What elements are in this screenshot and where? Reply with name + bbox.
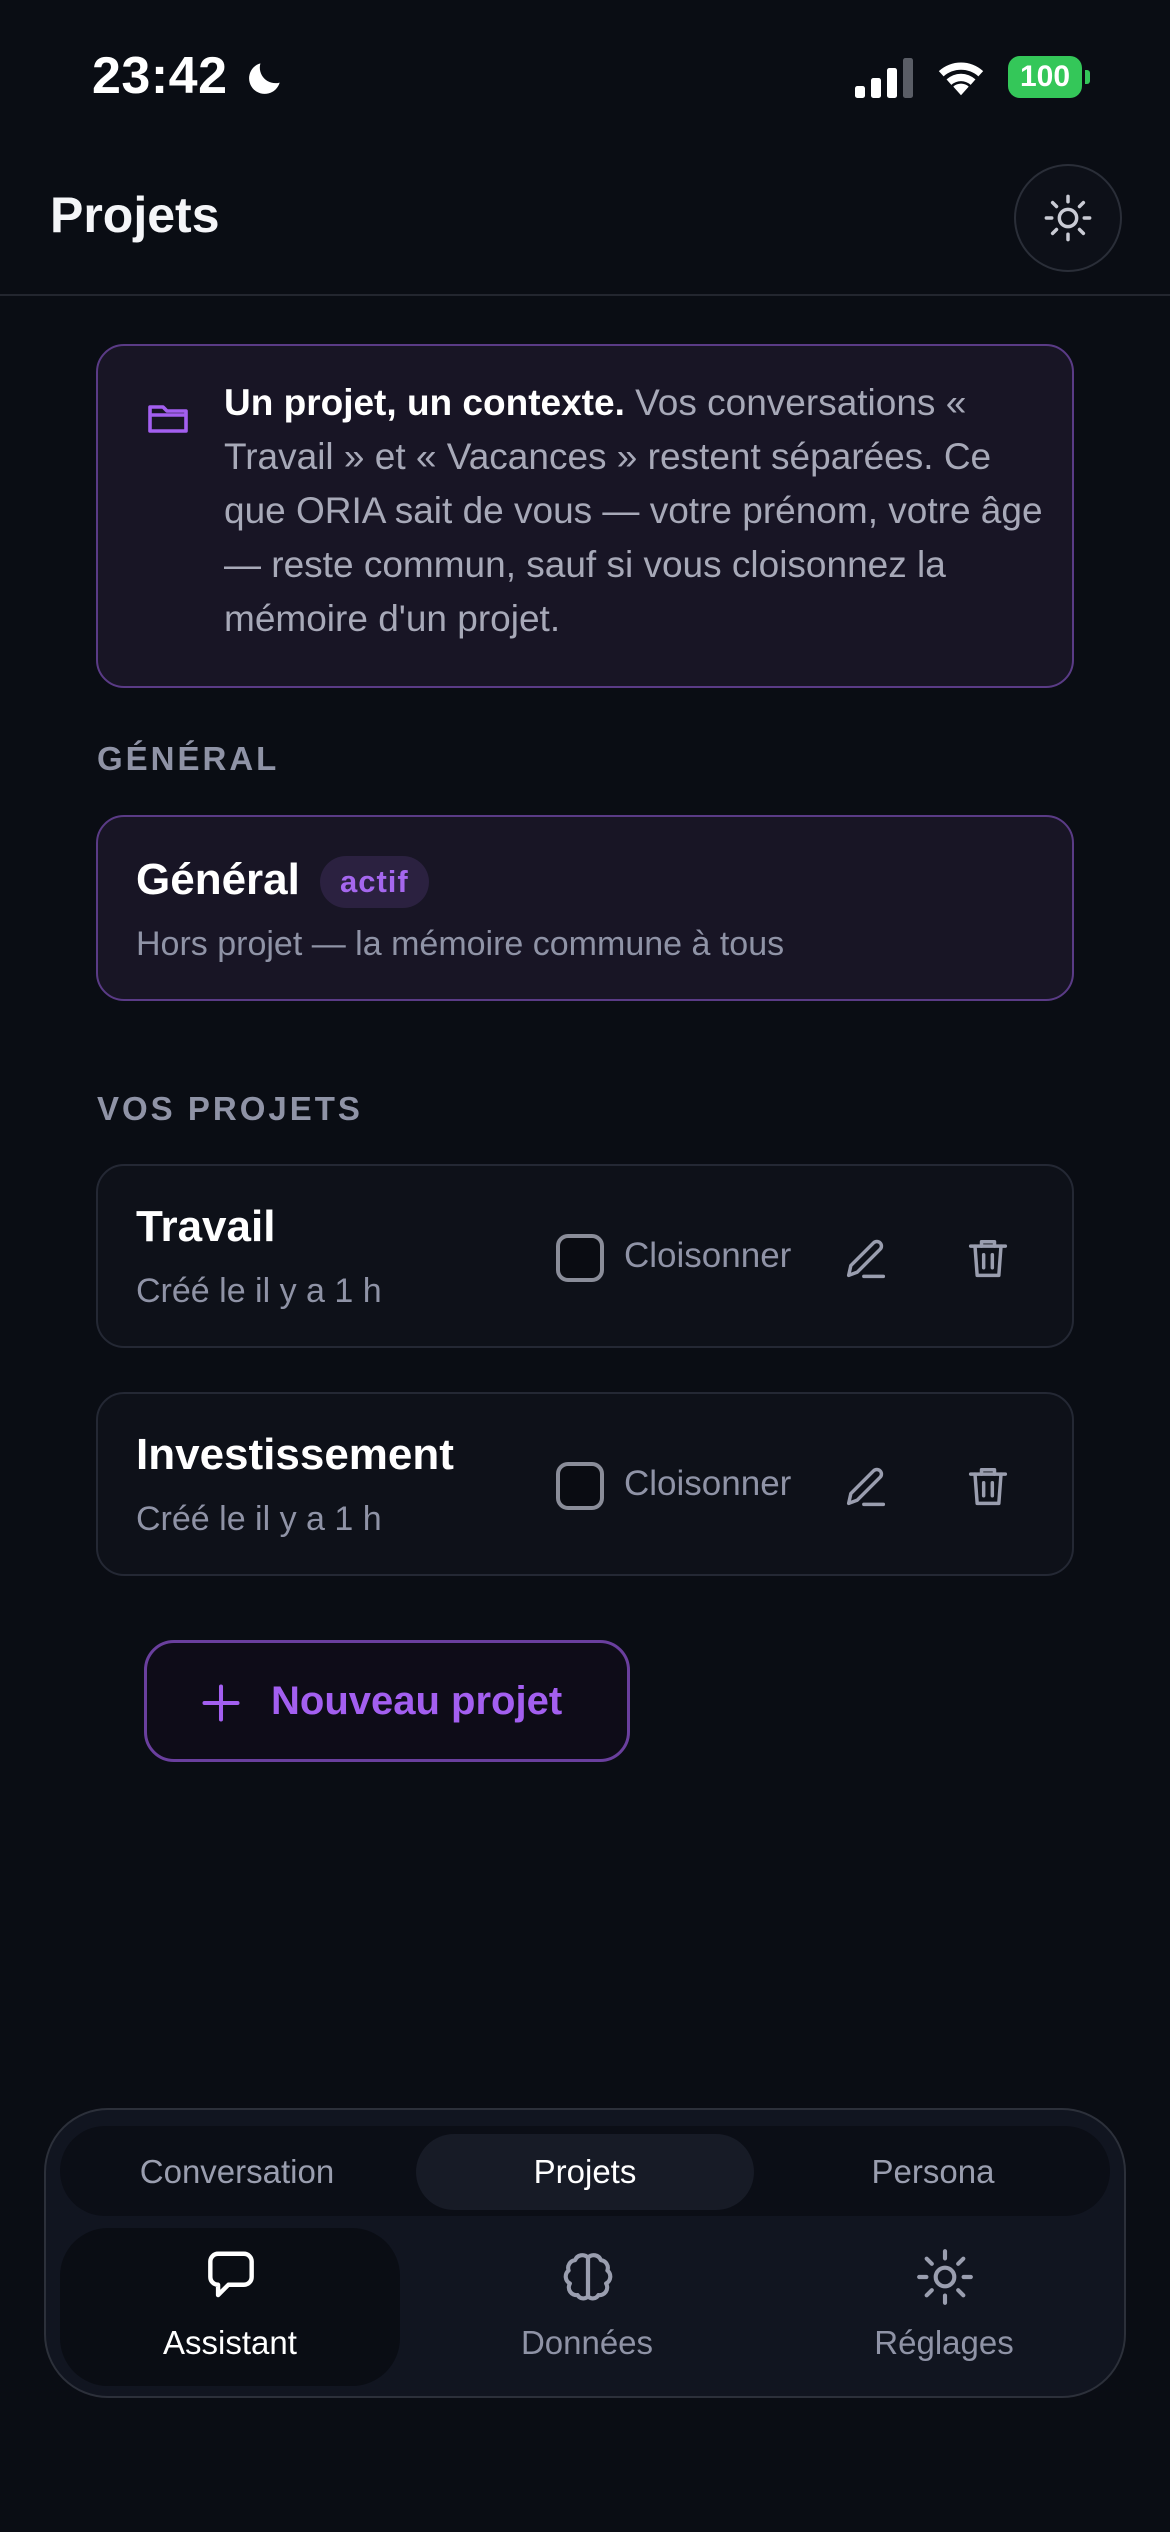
project-card-investissement[interactable]: Investissement Créé le il y a 1 h Cloiso… bbox=[96, 1392, 1074, 1576]
chat-bubble-icon bbox=[208, 2251, 254, 2298]
status-badge: actif bbox=[320, 856, 429, 908]
nav-label: Assistant bbox=[163, 2324, 297, 2361]
page-title: Projets bbox=[50, 187, 220, 243]
signal-icon bbox=[855, 58, 913, 98]
battery-cap bbox=[1085, 70, 1090, 84]
nav-item-assistant[interactable]: Assistant bbox=[60, 2228, 400, 2386]
projects-screen: 23:42 100 Projets Un projet, un contexte… bbox=[0, 0, 1170, 2532]
project-date: Créé le il y a 1 h bbox=[136, 1500, 382, 1538]
project-name: Investissement bbox=[136, 1430, 454, 1479]
sun-icon bbox=[917, 2249, 973, 2305]
info-card: Un projet, un contexte. Vos conversation… bbox=[96, 344, 1074, 688]
isolate-checkbox[interactable] bbox=[556, 1462, 604, 1510]
nav-label: Données bbox=[520, 2324, 654, 2361]
general-title: Général bbox=[136, 855, 300, 904]
delete-project-button[interactable] bbox=[962, 1460, 1014, 1512]
info-bold-text: Un projet, un contexte. bbox=[224, 382, 625, 423]
pencil-icon bbox=[846, 1239, 886, 1279]
bottom-nav: Conversation Projets Persona Assistant D… bbox=[44, 2108, 1126, 2398]
plus-icon bbox=[202, 1684, 240, 1722]
isolate-checkbox[interactable] bbox=[556, 1234, 604, 1282]
theme-toggle-button[interactable] bbox=[1014, 164, 1122, 272]
brain-icon bbox=[563, 2253, 613, 2301]
isolate-label[interactable]: Cloisonner bbox=[624, 1236, 791, 1276]
general-subtitle: Hors projet — la mémoire commune à tous bbox=[136, 925, 785, 963]
general-project-card[interactable]: Général actif Hors projet — la mémoire c… bbox=[96, 815, 1074, 1001]
trash-icon bbox=[968, 1240, 1008, 1278]
moon-icon bbox=[249, 63, 280, 94]
edit-project-button[interactable] bbox=[840, 1460, 892, 1512]
wifi-icon bbox=[938, 62, 984, 96]
sun-icon bbox=[1044, 194, 1092, 242]
delete-project-button[interactable] bbox=[962, 1232, 1014, 1284]
isolate-label[interactable]: Cloisonner bbox=[624, 1464, 791, 1504]
tab-persona[interactable]: Persona bbox=[764, 2134, 1102, 2210]
projects-section-label: VOS PROJETS bbox=[97, 1090, 363, 1127]
status-time: 23:42 bbox=[92, 47, 228, 105]
new-project-button[interactable]: Nouveau projet bbox=[144, 1640, 630, 1762]
project-card-travail[interactable]: Travail Créé le il y a 1 h Cloisonner bbox=[96, 1164, 1074, 1348]
tab-projets[interactable]: Projets bbox=[416, 2134, 754, 2210]
header: Projets bbox=[0, 150, 1170, 296]
project-date: Créé le il y a 1 h bbox=[136, 1272, 382, 1310]
status-bar: 23:42 100 bbox=[0, 0, 1170, 150]
info-text: Un projet, un contexte. Vos conversation… bbox=[224, 376, 1044, 646]
folder-icon bbox=[148, 405, 188, 433]
new-project-label: Nouveau projet bbox=[271, 1679, 563, 1723]
battery-level: 100 bbox=[1019, 60, 1071, 93]
nav-item-reglages[interactable]: Réglages bbox=[774, 2228, 1114, 2386]
nav-item-donnees[interactable]: Données bbox=[417, 2228, 757, 2386]
tab-conversation[interactable]: Conversation bbox=[68, 2134, 406, 2210]
trash-icon bbox=[968, 1468, 1008, 1506]
pencil-icon bbox=[846, 1467, 886, 1507]
edit-project-button[interactable] bbox=[840, 1232, 892, 1284]
project-name: Travail bbox=[136, 1202, 276, 1251]
battery-icon: 100 bbox=[1008, 56, 1090, 98]
segmented-control: Conversation Projets Persona bbox=[60, 2126, 1110, 2216]
general-section-label: GÉNÉRAL bbox=[97, 740, 280, 777]
nav-label: Réglages bbox=[874, 2324, 1014, 2361]
